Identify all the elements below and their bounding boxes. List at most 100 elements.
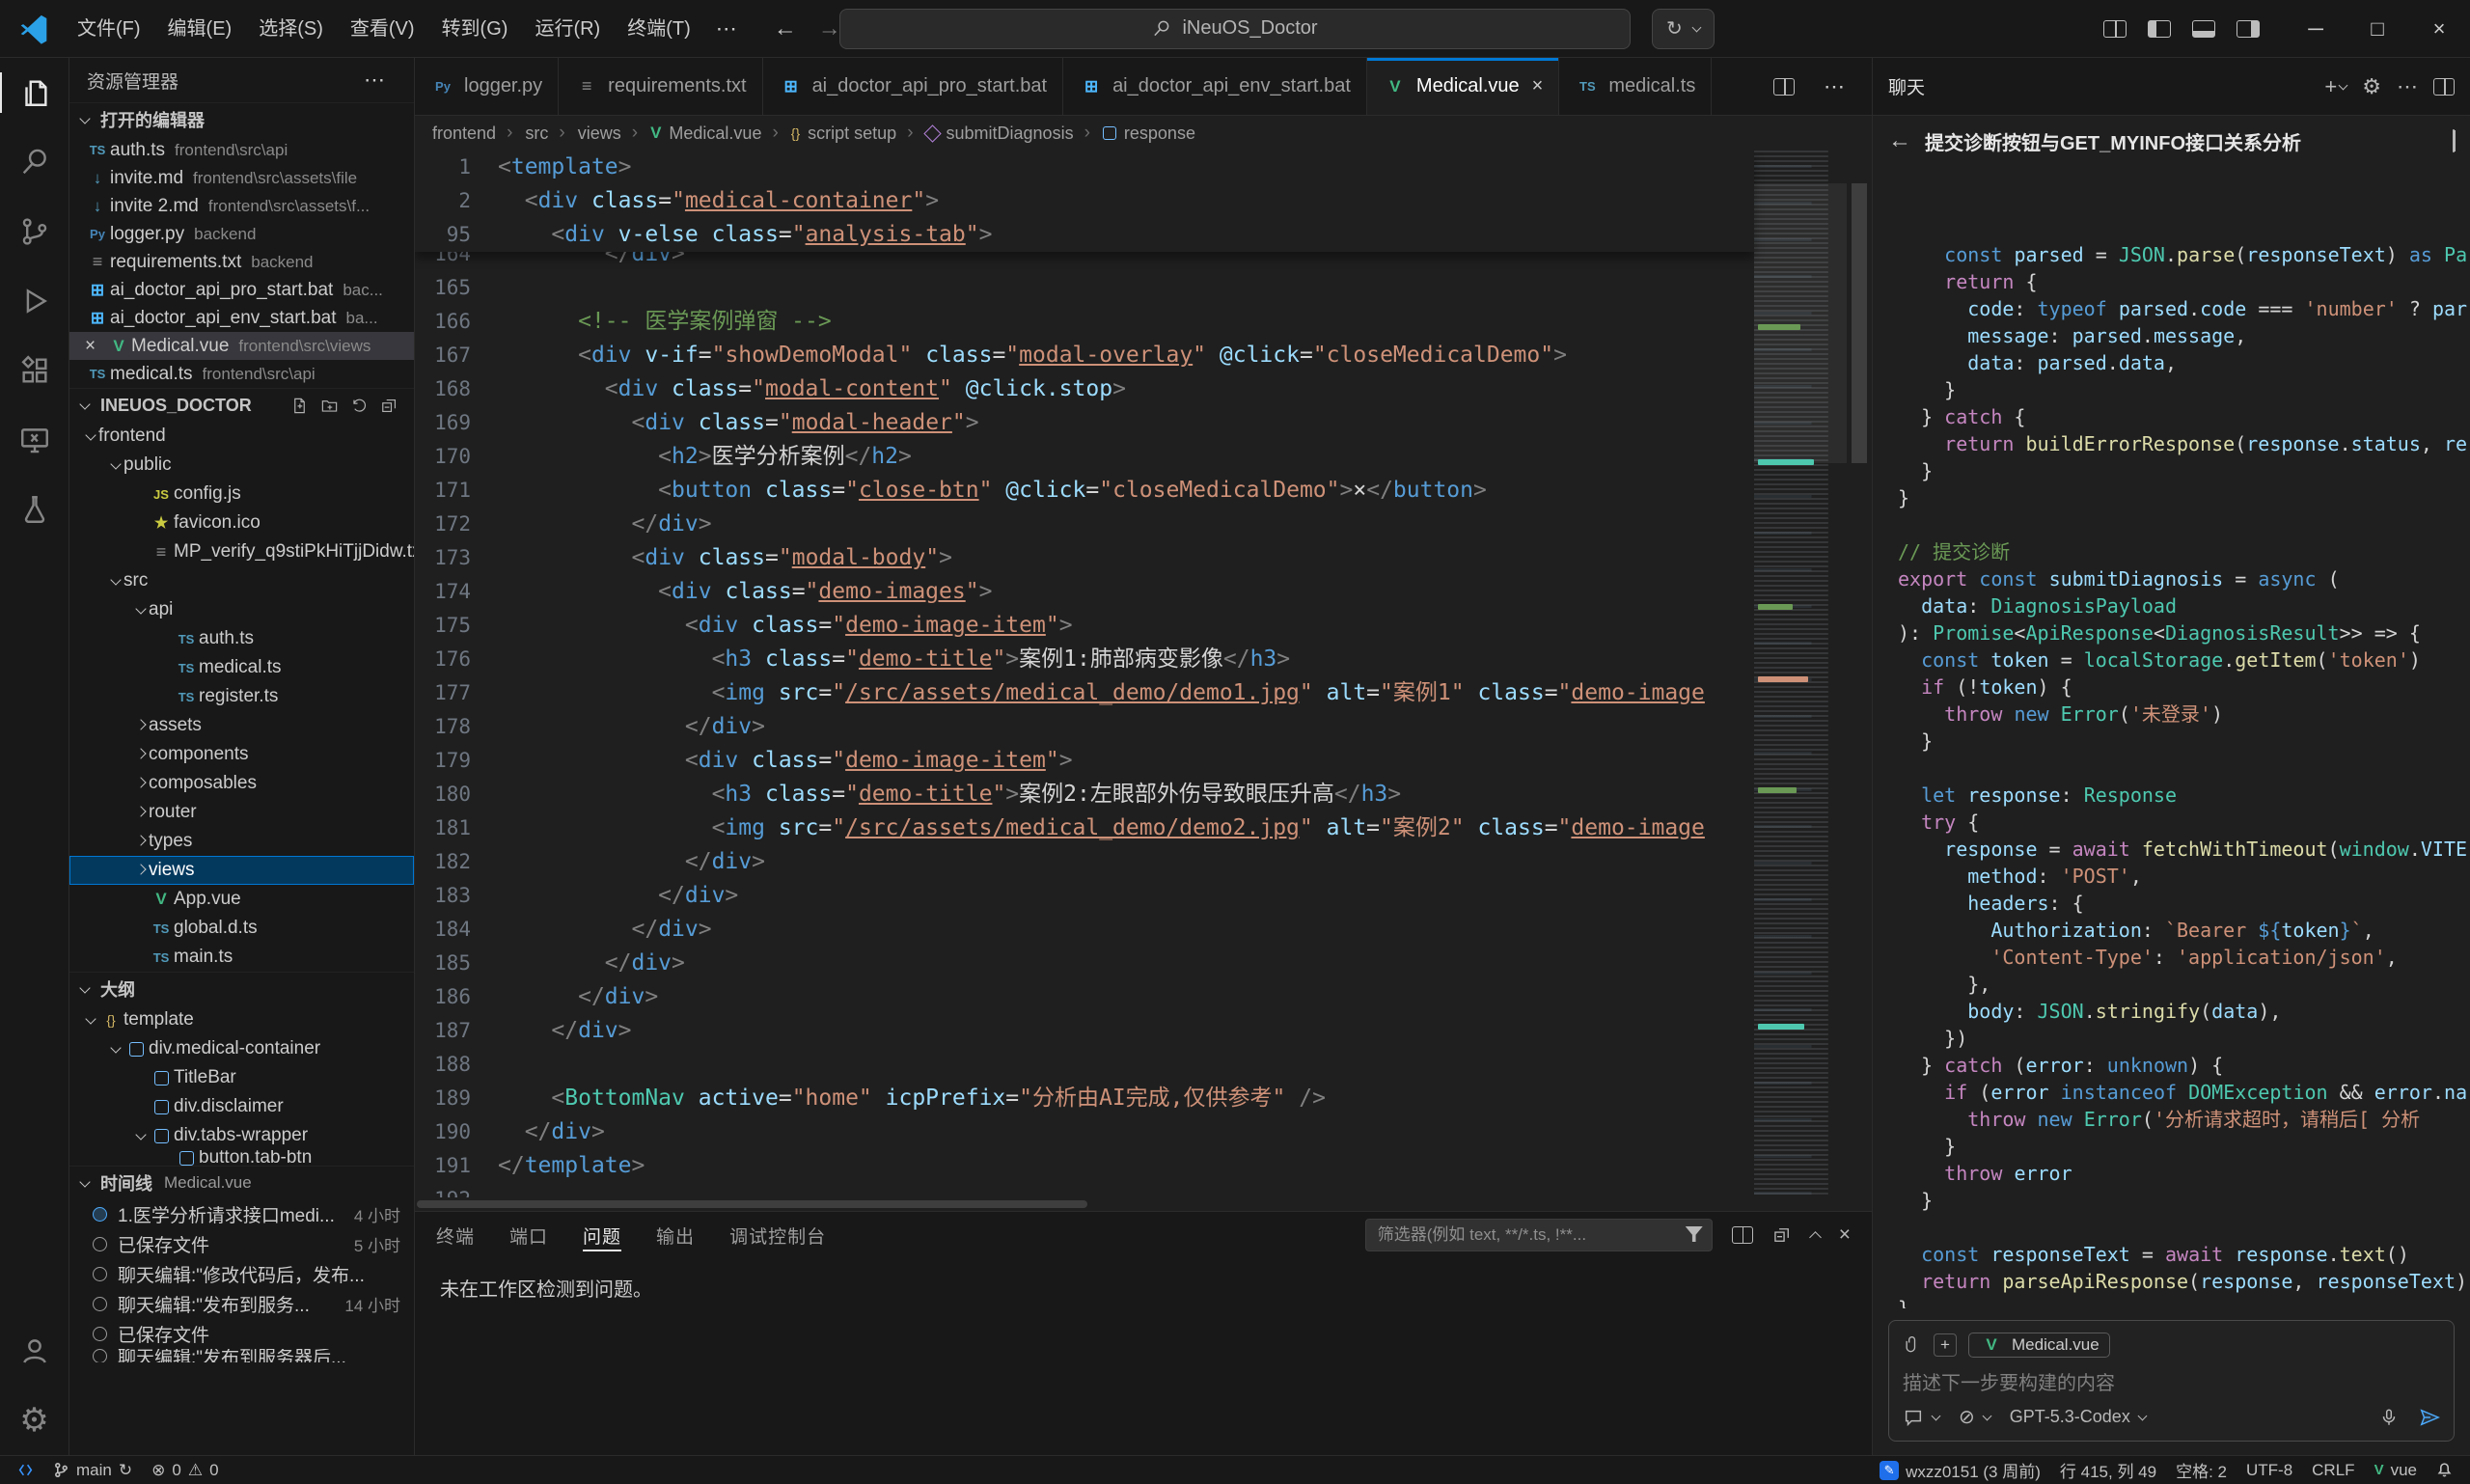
- encoding-setting[interactable]: UTF-8: [2237, 1456, 2302, 1484]
- panel-tab[interactable]: 问题: [583, 1212, 621, 1258]
- context-file-chip[interactable]: Medical.vue: [1968, 1333, 2110, 1358]
- horizontal-scrollbar[interactable]: [415, 1197, 1872, 1211]
- editor-tab[interactable]: ai_doctor_api_pro_start.bat ×: [763, 58, 1064, 115]
- git-branch-item[interactable]: main ↻: [43, 1456, 142, 1484]
- sticky-line[interactable]: 95 <div v-else class="analysis-tab">: [415, 218, 1754, 252]
- code-line[interactable]: 183 </div>: [415, 879, 1754, 913]
- tree-row[interactable]: assets: [69, 711, 414, 740]
- code-line[interactable]: 174 <div class="demo-images">: [415, 575, 1754, 609]
- open-editor-item[interactable]: × medical.ts frontend\src\api: [69, 360, 414, 388]
- open-editor-item[interactable]: × invite.md frontend\src\assets\file: [69, 164, 414, 192]
- send-button[interactable]: [2419, 1407, 2440, 1428]
- breadcrumb-item[interactable]: src: [500, 123, 548, 144]
- restore-button[interactable]: □: [2346, 0, 2408, 57]
- scrollbar-thumb[interactable]: [417, 1200, 1087, 1208]
- customize-layout-icon[interactable]: [2103, 20, 2127, 38]
- view-as-table-icon[interactable]: [1732, 1226, 1753, 1244]
- language-mode[interactable]: V vue: [2365, 1456, 2427, 1484]
- code-line[interactable]: 189 <BottomNav active="home" icpPrefix="…: [415, 1082, 1754, 1115]
- source-control-icon[interactable]: [0, 197, 69, 266]
- code-line[interactable]: 182 </div>: [415, 845, 1754, 879]
- menu-item[interactable]: 终端(T): [614, 10, 704, 48]
- extensions-icon[interactable]: [0, 336, 69, 405]
- code-line[interactable]: 180 <h3 class="demo-title">案例2:左眼部外伤导致眼压…: [415, 778, 1754, 811]
- tree-row[interactable]: MP_verify_q9stiPkHiTjjDidw.txt: [69, 537, 414, 566]
- code-line[interactable]: 190 </div>: [415, 1115, 1754, 1149]
- menu-item[interactable]: 编辑(E): [154, 10, 246, 48]
- tree-row[interactable]: views: [69, 856, 414, 885]
- timeline-item[interactable]: 聊天编辑:"发布到服务器后...: [69, 1349, 414, 1362]
- collapse-all-icon[interactable]: [1772, 1225, 1792, 1245]
- minimap[interactable]: [1754, 151, 1847, 1197]
- explorer-icon[interactable]: [0, 58, 69, 127]
- close-panel-icon[interactable]: ×: [1839, 1223, 1851, 1247]
- attach-context-icon[interactable]: [1903, 1335, 1922, 1355]
- open-editor-item[interactable]: × ai_doctor_api_pro_start.bat bac...: [69, 276, 414, 304]
- open-editor-item[interactable]: × auth.ts frontend\src\api: [69, 136, 414, 164]
- code-line[interactable]: 173 <div class="modal-body">: [415, 541, 1754, 575]
- breadcrumb-item[interactable]: views: [552, 123, 620, 144]
- git-blame-item[interactable]: ✎ wxzz0151 (3 周前): [1870, 1456, 2050, 1484]
- resume-session-button[interactable]: ↻: [1652, 9, 1715, 49]
- sticky-line[interactable]: 2 <div class="medical-container">: [415, 184, 1754, 218]
- remote-explorer-icon[interactable]: [0, 405, 69, 475]
- vertical-scrollbar[interactable]: [1847, 151, 1872, 1197]
- code-line[interactable]: 176 <h3 class="demo-title">案例1:肺部病变影像</h…: [415, 643, 1754, 676]
- outline-row[interactable]: div.disclaimer: [69, 1092, 414, 1121]
- eol-setting[interactable]: CRLF: [2302, 1456, 2364, 1484]
- menu-item[interactable]: 查看(V): [337, 10, 428, 48]
- open-editor-item[interactable]: × Medical.vue frontend\src\views: [69, 332, 414, 360]
- tree-row[interactable]: types: [69, 827, 414, 856]
- chat-more-icon[interactable]: ⋯: [2397, 74, 2418, 99]
- code-line[interactable]: 187 </div>: [415, 1014, 1754, 1048]
- tree-row[interactable]: favicon.ico: [69, 508, 414, 537]
- tree-row[interactable]: src: [69, 566, 414, 595]
- open-editor-item[interactable]: × logger.py backend: [69, 220, 414, 248]
- breadcrumb-item[interactable]: response: [1078, 123, 1195, 144]
- timeline-item[interactable]: 1.医学分析请求接口medi... 4 小时: [69, 1199, 414, 1229]
- model-picker[interactable]: GPT-5.3-Codex: [2010, 1407, 2146, 1427]
- toggle-secondary-sidebar-icon[interactable]: [2237, 20, 2260, 38]
- indentation-setting[interactable]: 空格: 2: [2166, 1456, 2237, 1484]
- nav-forward-icon[interactable]: →: [818, 15, 841, 42]
- code-line[interactable]: 177 <img src="/src/assets/medical_demo/d…: [415, 676, 1754, 710]
- code-line[interactable]: 169 <div class="modal-header">: [415, 406, 1754, 440]
- close-icon[interactable]: ×: [85, 336, 106, 357]
- scrollbar-thumb[interactable]: [1852, 183, 1867, 463]
- tree-row[interactable]: medical.ts: [69, 653, 414, 682]
- command-center-search[interactable]: iNeuOS_Doctor: [839, 9, 1631, 49]
- maximize-panel-icon[interactable]: [1811, 1228, 1820, 1242]
- new-file-icon[interactable]: [290, 397, 309, 415]
- search-activity-icon[interactable]: [0, 127, 69, 197]
- split-editor-icon[interactable]: [1773, 78, 1795, 96]
- outline-row[interactable]: div.medical-container: [69, 1034, 414, 1063]
- close-button[interactable]: ×: [2408, 0, 2470, 57]
- code-line[interactable]: 166 <!-- 医学案例弹窗 -->: [415, 305, 1754, 339]
- chat-input[interactable]: 描述下一步要构建的内容: [1903, 1367, 2440, 1395]
- editor-more-icon[interactable]: ⋯: [1812, 74, 1856, 99]
- tree-row[interactable]: App.vue: [69, 885, 414, 914]
- refresh-icon[interactable]: [350, 397, 369, 415]
- code-editor[interactable]: 164 </div> 165 166 <!-- 医学案例弹窗 --> 167 <…: [415, 151, 1872, 1197]
- timeline-item[interactable]: 已保存文件 5 小时: [69, 1229, 414, 1259]
- open-editors-header[interactable]: 打开的编辑器: [69, 102, 414, 136]
- problems-filter-input[interactable]: [1365, 1219, 1713, 1251]
- tree-row[interactable]: main.ts: [69, 943, 414, 972]
- panel-tab[interactable]: 调试控制台: [729, 1212, 826, 1258]
- timeline-item[interactable]: 已保存文件: [69, 1319, 414, 1349]
- breadcrumb-item[interactable]: script setup: [765, 123, 896, 144]
- code-line[interactable]: 188: [415, 1048, 1754, 1082]
- outline-row[interactable]: TitleBar: [69, 1063, 414, 1092]
- outline-row[interactable]: div.tabs-wrapper: [69, 1121, 414, 1150]
- chat-back-icon[interactable]: ←: [1888, 127, 1911, 154]
- panel-tab[interactable]: 端口: [509, 1212, 548, 1258]
- menu-item[interactable]: 文件(F): [64, 10, 154, 48]
- menu-item[interactable]: 转到(G): [428, 10, 522, 48]
- tree-row[interactable]: config.js: [69, 480, 414, 508]
- code-line[interactable]: 185 </div>: [415, 947, 1754, 980]
- code-line[interactable]: 170 <h2>医学分析案例</h2>: [415, 440, 1754, 474]
- collapse-all-icon[interactable]: [380, 397, 398, 415]
- open-editor-item[interactable]: × invite 2.md frontend\src\assets\f...: [69, 192, 414, 220]
- add-context-button[interactable]: +: [1934, 1333, 1957, 1357]
- project-header[interactable]: INEUOS_DOCTOR: [69, 388, 414, 422]
